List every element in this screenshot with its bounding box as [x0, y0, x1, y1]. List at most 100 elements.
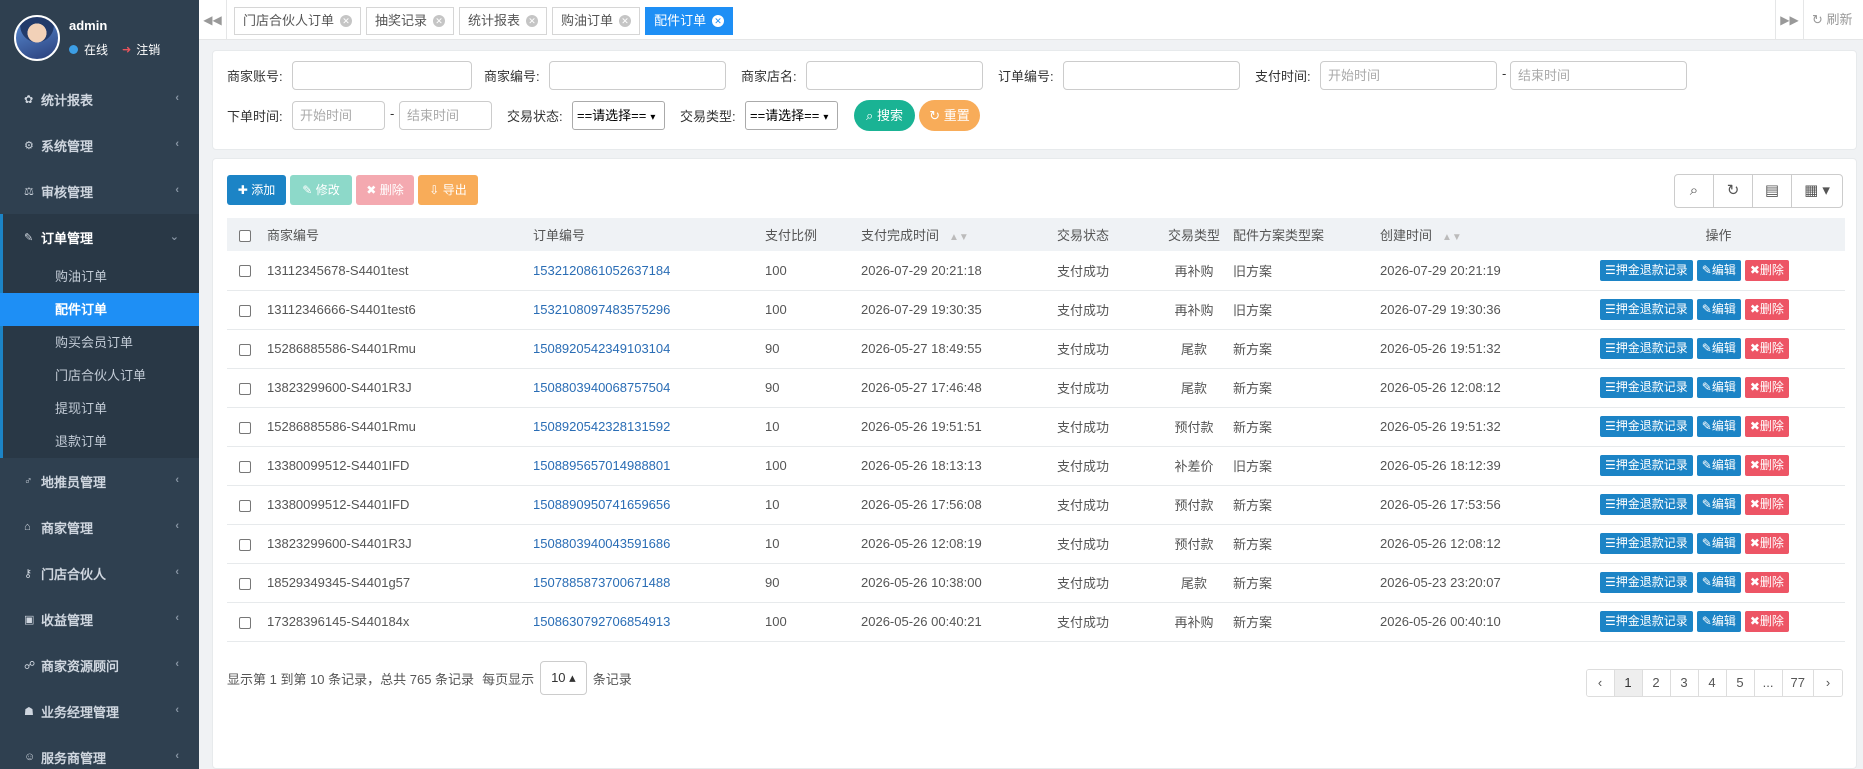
page-1[interactable]: 1	[1614, 670, 1643, 696]
row-checkbox[interactable]	[239, 616, 251, 629]
close-icon[interactable]: ✕	[526, 15, 539, 27]
sidebar-item-orders[interactable]: ✎ 订单管理 ⌄	[0, 214, 199, 260]
order-time-start-input[interactable]: 开始时间	[292, 101, 385, 130]
row-delete-button[interactable]: ✖删除	[1744, 572, 1789, 593]
row-delete-button[interactable]: ✖删除	[1744, 416, 1789, 437]
add-button[interactable]: ✚ 添加	[227, 175, 286, 205]
col-plan-type[interactable]: 配件方案类型案	[1229, 218, 1376, 251]
submenu-item-parts-orders[interactable]: 配件订单	[0, 293, 199, 326]
order-no-input[interactable]	[1063, 61, 1240, 90]
order-no-link[interactable]: 1532120861052637184	[529, 251, 761, 291]
sort-icon[interactable]: ▲▼	[1442, 232, 1462, 243]
close-icon[interactable]: ✕	[619, 15, 632, 27]
table-row[interactable]: 13380099512-S4401IFD 1508890950741659656 1…	[227, 485, 1845, 525]
delete-button[interactable]: ✖ 删除	[356, 175, 414, 205]
order-no-link[interactable]: 1507885873700671488	[529, 563, 761, 603]
page-4[interactable]: 4	[1698, 670, 1727, 696]
page-next[interactable]: ›	[1814, 670, 1842, 696]
submenu-item-refund-orders[interactable]: 退款订单	[3, 425, 199, 458]
sign-out-icon[interactable]: ➜	[122, 43, 131, 56]
refund-records-button[interactable]: ☰押金退款记录	[1600, 377, 1693, 398]
table-row[interactable]: 15286885586-S4401Rmu 1508920542328131592 1…	[227, 407, 1845, 447]
close-icon[interactable]: ✕	[712, 15, 725, 27]
table-row[interactable]: 18529349345-S4401g57 1507885873700671488 9…	[227, 563, 1845, 603]
row-checkbox[interactable]	[239, 265, 251, 278]
refund-records-button[interactable]: ☰押金退款记录	[1600, 416, 1693, 437]
col-trade-type[interactable]: 交易类型	[1159, 218, 1229, 251]
sidebar-item-consultants[interactable]: ☍ 商家资源顾问 ‹	[0, 642, 199, 688]
refresh-button[interactable]: ↻ 刷新	[1803, 0, 1863, 40]
page-77[interactable]: 77	[1782, 670, 1814, 696]
pay-time-start-input[interactable]: 开始时间	[1320, 61, 1497, 90]
table-row[interactable]: 13112346666-S4401test6 153210809748357529…	[227, 290, 1845, 330]
refund-records-button[interactable]: ☰押金退款记录	[1600, 494, 1693, 515]
refresh-icon[interactable]: ↻	[1714, 175, 1753, 207]
refund-records-button[interactable]: ☰押金退款记录	[1600, 611, 1693, 632]
page-5[interactable]: 5	[1726, 670, 1755, 696]
sidebar-item-stats[interactable]: ✿ 统计报表 ‹	[0, 76, 199, 122]
col-created-time[interactable]: 创建时间 ▲▼	[1376, 218, 1592, 251]
close-icon[interactable]: ✕	[340, 15, 353, 27]
order-no-link[interactable]: 1508890950741659656	[529, 485, 761, 525]
table-row[interactable]: 17328396145-S440184x 1508630792706854913 1…	[227, 602, 1845, 642]
trade-status-select[interactable]: ==请选择== ▾	[572, 101, 665, 130]
order-no-link[interactable]: 1508803940043591686	[529, 524, 761, 564]
table-row[interactable]: 15286885586-S4401Rmu 1508920542349103104 9…	[227, 329, 1845, 369]
search-button[interactable]: ⌕ 搜索	[854, 100, 915, 131]
tab-stats[interactable]: 统计报表 ✕	[459, 7, 548, 35]
toggle-view-icon[interactable]: ▤	[1753, 175, 1792, 207]
row-checkbox[interactable]	[239, 304, 251, 317]
row-delete-button[interactable]: ✖删除	[1744, 455, 1789, 476]
order-no-link[interactable]: 1508920542349103104	[529, 329, 761, 369]
col-pay-ratio[interactable]: 支付比例	[761, 218, 857, 251]
row-checkbox[interactable]	[239, 343, 251, 356]
store-name-input[interactable]	[806, 61, 983, 90]
row-edit-button[interactable]: ✎编辑	[1696, 494, 1741, 515]
row-delete-button[interactable]: ✖删除	[1744, 377, 1789, 398]
page-size-select[interactable]: 10 ▴	[540, 661, 587, 695]
submenu-item-partner-orders[interactable]: 门店合伙人订单	[3, 359, 199, 392]
row-edit-button[interactable]: ✎编辑	[1696, 455, 1741, 476]
refund-records-button[interactable]: ☰押金退款记录	[1600, 533, 1693, 554]
merchant-account-input[interactable]	[292, 61, 472, 90]
row-edit-button[interactable]: ✎编辑	[1696, 259, 1741, 281]
submenu-item-membership-orders[interactable]: 购买会员订单	[3, 326, 199, 359]
table-row[interactable]: 13823299600-S4401R3J 1508803940043591686 1…	[227, 524, 1845, 564]
row-checkbox[interactable]	[239, 460, 251, 473]
trade-type-select[interactable]: ==请选择== ▾	[745, 101, 838, 130]
sidebar-item-merchants[interactable]: ⌂ 商家管理 ‹	[0, 504, 199, 550]
close-icon[interactable]: ✕	[433, 15, 446, 27]
col-merchant-no[interactable]: 商家编号	[263, 218, 529, 251]
sidebar-item-income[interactable]: ▣ 收益管理 ‹	[0, 596, 199, 642]
page-2[interactable]: 2	[1642, 670, 1671, 696]
submenu-item-fuel-orders[interactable]: 购油订单	[3, 260, 199, 293]
table-row[interactable]: 13112345678-S4401test 1532120861052637184…	[227, 251, 1845, 291]
table-row[interactable]: 13823299600-S4401R3J 1508803940068757504 9…	[227, 368, 1845, 408]
refund-records-button[interactable]: ☰押金退款记录	[1600, 299, 1693, 320]
select-all-checkbox[interactable]	[239, 229, 251, 242]
sidebar-item-store-partner[interactable]: ⚷ 门店合伙人 ‹	[0, 550, 199, 596]
sidebar-item-system[interactable]: ⚙ 系统管理 ‹	[0, 122, 199, 168]
order-no-link[interactable]: 1532108097483575296	[529, 290, 761, 330]
tab-partner-orders[interactable]: 门店合伙人订单 ✕	[234, 7, 362, 35]
col-pay-time[interactable]: 支付完成时间 ▲▼	[857, 218, 1053, 251]
avatar[interactable]	[14, 15, 60, 61]
reset-button[interactable]: ↻ 重置	[919, 100, 980, 131]
order-no-link[interactable]: 1508920542328131592	[529, 407, 761, 447]
row-edit-button[interactable]: ✎编辑	[1696, 338, 1741, 359]
row-edit-button[interactable]: ✎编辑	[1696, 416, 1741, 437]
tab-fuel-orders[interactable]: 购油订单 ✕	[552, 7, 641, 35]
page-3[interactable]: 3	[1670, 670, 1699, 696]
pay-time-end-input[interactable]: 结束时间	[1510, 61, 1687, 90]
row-edit-button[interactable]: ✎编辑	[1696, 611, 1741, 632]
col-trade-status[interactable]: 交易状态	[1053, 218, 1159, 251]
sidebar-item-audit[interactable]: ⚖ 审核管理 ‹	[0, 168, 199, 214]
row-delete-button[interactable]: ✖删除	[1744, 533, 1789, 554]
edit-button[interactable]: ✎ 修改	[290, 175, 352, 205]
sidebar-item-providers[interactable]: ☺ 服务商管理 ‹	[0, 734, 199, 769]
row-delete-button[interactable]: ✖删除	[1744, 494, 1789, 515]
order-time-end-input[interactable]: 结束时间	[399, 101, 492, 130]
order-no-link[interactable]: 1508895657014988801	[529, 446, 761, 486]
row-delete-button[interactable]: ✖删除	[1744, 338, 1789, 359]
col-order-no[interactable]: 订单编号	[529, 218, 761, 251]
